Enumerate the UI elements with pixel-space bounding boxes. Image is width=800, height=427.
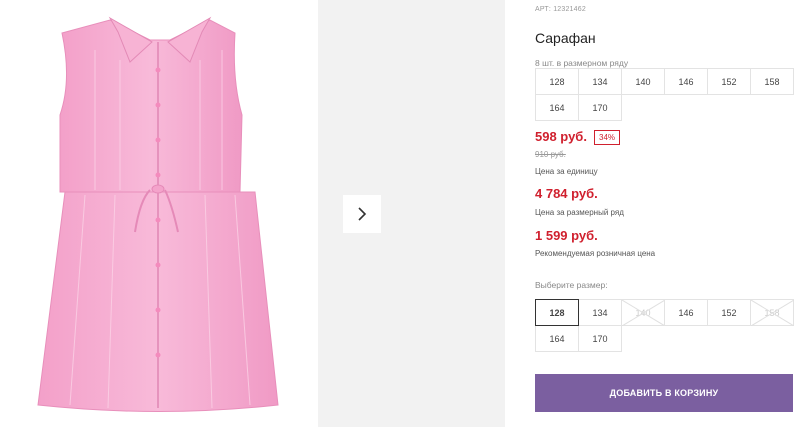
size-picker: 128 134 140 146 152 158 164 170 bbox=[535, 299, 794, 352]
size-option-164[interactable]: 164 bbox=[535, 325, 579, 352]
set-price-label: Цена за размерный ряд bbox=[535, 208, 624, 217]
product-gallery bbox=[0, 0, 505, 427]
sale-price: 598 руб. bbox=[535, 129, 587, 144]
product-image[interactable] bbox=[0, 0, 318, 427]
size-option-158: 158 bbox=[750, 299, 794, 326]
size-option-140: 140 bbox=[621, 299, 665, 326]
size-option-152[interactable]: 152 bbox=[707, 299, 751, 326]
size-option-134[interactable]: 134 bbox=[578, 299, 622, 326]
rrp-price-label: Рекомендуемая розничная цена bbox=[535, 249, 656, 258]
pack-note: 8 шт. в размерном ряду bbox=[535, 58, 629, 68]
pack-size-cell: 158 bbox=[750, 68, 794, 95]
pack-size-cell: 152 bbox=[707, 68, 751, 95]
pack-size-cell: 128 bbox=[535, 68, 579, 95]
old-price: 910 руб. bbox=[535, 150, 566, 159]
rrp-price: 1 599 руб. bbox=[535, 228, 598, 243]
pack-size-cell: 170 bbox=[578, 94, 622, 121]
product-title: Сарафан bbox=[535, 30, 596, 46]
unavailable-cross-icon bbox=[751, 300, 794, 326]
chevron-right-icon bbox=[358, 207, 367, 221]
pack-size-grid: 128 134 140 146 152 158 164 170 bbox=[535, 68, 794, 121]
add-to-cart-button[interactable]: ДОБАВИТЬ В КОРЗИНУ bbox=[535, 374, 793, 412]
size-option-128[interactable]: 128 bbox=[535, 299, 579, 326]
unit-price-label: Цена за единицу bbox=[535, 167, 598, 176]
pack-size-cell: 164 bbox=[535, 94, 579, 121]
article-number: АРТ: 12321462 bbox=[535, 6, 586, 13]
size-option-170[interactable]: 170 bbox=[578, 325, 622, 352]
gallery-next-button[interactable] bbox=[343, 195, 381, 233]
dress-image bbox=[37, 16, 279, 412]
pack-size-cell: 146 bbox=[664, 68, 708, 95]
discount-badge: 34% bbox=[594, 130, 621, 145]
pack-size-cell: 140 bbox=[621, 68, 665, 95]
pack-size-cell: 134 bbox=[578, 68, 622, 95]
size-picker-label: Выберите размер: bbox=[535, 280, 608, 290]
set-price: 4 784 руб. bbox=[535, 186, 598, 201]
unavailable-cross-icon bbox=[622, 300, 665, 326]
size-option-146[interactable]: 146 bbox=[664, 299, 708, 326]
